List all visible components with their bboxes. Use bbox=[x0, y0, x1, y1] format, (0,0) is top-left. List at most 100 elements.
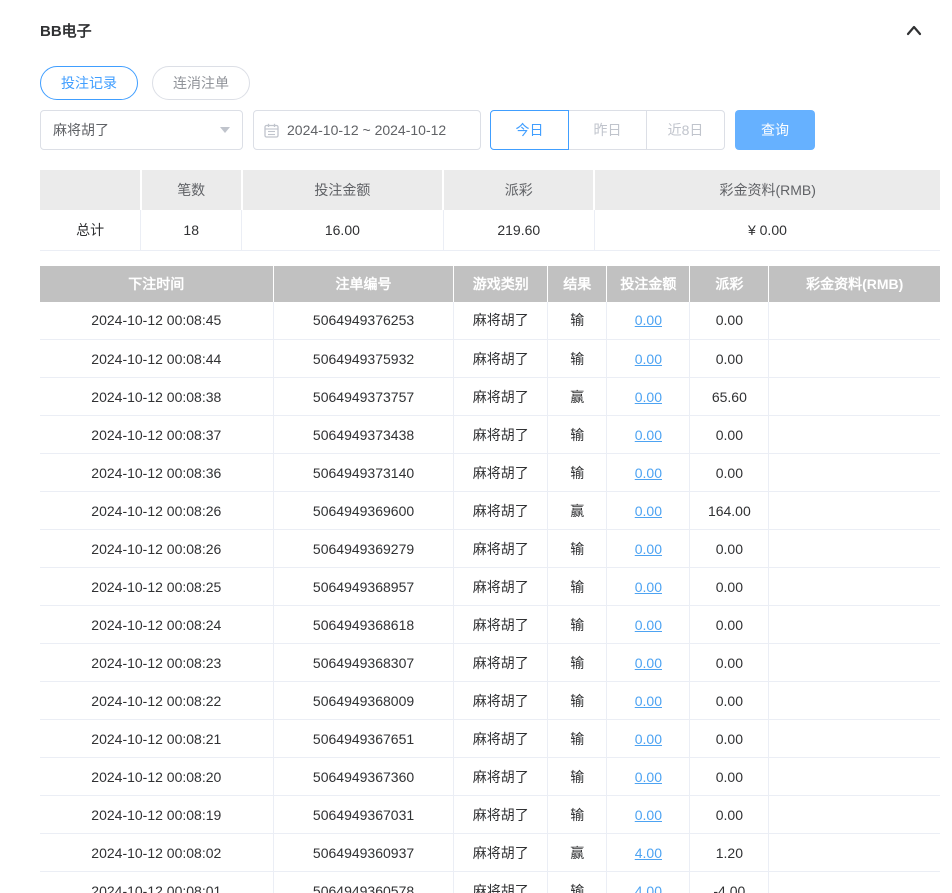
cell-game-type: 麻将胡了 bbox=[453, 567, 549, 606]
page-title: BB电子 bbox=[40, 22, 92, 40]
cell-bonus bbox=[768, 339, 940, 378]
cell-order-number: 5064949367360 bbox=[272, 757, 455, 796]
cell-result: 输 bbox=[547, 453, 608, 492]
table-row: 2024-10-12 00:08:23 5064949368307 麻将胡了 输… bbox=[40, 643, 940, 682]
cell-bet-amount: 0.00 bbox=[606, 643, 691, 682]
table-row: 2024-10-12 00:08:44 5064949375932 麻将胡了 输… bbox=[40, 339, 940, 378]
today-button[interactable]: 今日 bbox=[490, 110, 569, 150]
cell-bet-time: 2024-10-12 00:08:25 bbox=[40, 567, 274, 606]
cell-game-type: 麻将胡了 bbox=[453, 833, 549, 872]
panel-header: BB电子 bbox=[40, 18, 940, 42]
cell-game-type: 麻将胡了 bbox=[453, 795, 549, 834]
cell-order-number: 5064949376253 bbox=[272, 301, 455, 340]
table-row: 2024-10-12 00:08:21 5064949367651 麻将胡了 输… bbox=[40, 719, 940, 758]
cell-bonus bbox=[768, 415, 940, 454]
tab-bet-records[interactable]: 投注记录 bbox=[40, 66, 138, 100]
bet-amount-link[interactable]: 0.00 bbox=[635, 351, 662, 367]
calendar-icon bbox=[264, 123, 279, 138]
cell-payout: 0.00 bbox=[689, 605, 770, 644]
cell-bet-time: 2024-10-12 00:08:38 bbox=[40, 377, 274, 416]
bet-amount-link[interactable]: 0.00 bbox=[635, 312, 662, 328]
cell-payout: -4.00 bbox=[689, 871, 770, 893]
cell-order-number: 5064949368618 bbox=[272, 605, 455, 644]
cell-bonus bbox=[768, 377, 940, 416]
cell-bet-time: 2024-10-12 00:08:36 bbox=[40, 453, 274, 492]
cell-bet-amount: 0.00 bbox=[606, 719, 691, 758]
cell-order-number: 5064949375932 bbox=[272, 339, 455, 378]
cell-order-number: 5064949367651 bbox=[272, 719, 455, 758]
col-bet-amount: 投注金额 bbox=[606, 265, 691, 302]
summary-total-label: 总计 bbox=[40, 210, 142, 251]
cell-order-number: 5064949369600 bbox=[272, 491, 455, 530]
cell-order-number: 5064949368957 bbox=[272, 567, 455, 606]
bet-amount-link[interactable]: 0.00 bbox=[635, 465, 662, 481]
bet-amount-link[interactable]: 0.00 bbox=[635, 655, 662, 671]
game-select-value: 麻将胡了 bbox=[53, 122, 109, 138]
summary-table: 笔数 投注金额 派彩 彩金资料(RMB) 总计 18 16.00 219.60 … bbox=[40, 170, 940, 251]
last-8-days-button[interactable]: 近8日 bbox=[646, 110, 725, 150]
cell-bonus bbox=[768, 795, 940, 834]
collapse-button[interactable] bbox=[902, 20, 926, 40]
bet-amount-link[interactable]: 0.00 bbox=[635, 427, 662, 443]
cell-result: 输 bbox=[547, 605, 608, 644]
table-row: 2024-10-12 00:08:22 5064949368009 麻将胡了 输… bbox=[40, 681, 940, 720]
cell-result: 输 bbox=[547, 757, 608, 796]
table-row: 2024-10-12 00:08:20 5064949367360 麻将胡了 输… bbox=[40, 757, 940, 796]
bet-amount-link[interactable]: 4.00 bbox=[635, 883, 662, 893]
table-row: 2024-10-12 00:08:01 5064949360578 麻将胡了 输… bbox=[40, 871, 940, 893]
bet-amount-link[interactable]: 0.00 bbox=[635, 389, 662, 405]
table-row: 2024-10-12 00:08:37 5064949373438 麻将胡了 输… bbox=[40, 415, 940, 454]
bet-amount-link[interactable]: 0.00 bbox=[635, 693, 662, 709]
bet-amount-link[interactable]: 0.00 bbox=[635, 617, 662, 633]
cell-result: 输 bbox=[547, 529, 608, 568]
cell-result: 赢 bbox=[547, 491, 608, 530]
bet-amount-link[interactable]: 0.00 bbox=[635, 541, 662, 557]
records-table: 下注时间 注单编号 游戏类别 结果 投注金额 派彩 彩金资料(RMB) 2024… bbox=[40, 265, 940, 893]
cell-game-type: 麻将胡了 bbox=[453, 339, 549, 378]
cell-bet-time: 2024-10-12 00:08:19 bbox=[40, 795, 274, 834]
cell-game-type: 麻将胡了 bbox=[453, 491, 549, 530]
tab-cancelled-orders[interactable]: 连消注单 bbox=[152, 66, 250, 100]
table-row: 2024-10-12 00:08:19 5064949367031 麻将胡了 输… bbox=[40, 795, 940, 834]
bet-amount-link[interactable]: 0.00 bbox=[635, 503, 662, 519]
cell-bet-time: 2024-10-12 00:08:21 bbox=[40, 719, 274, 758]
cell-bonus bbox=[768, 833, 940, 872]
cell-bonus bbox=[768, 871, 940, 893]
cell-result: 输 bbox=[547, 415, 608, 454]
cell-bonus bbox=[768, 301, 940, 340]
cell-result: 输 bbox=[547, 567, 608, 606]
bet-records-panel: BB电子 投注记录 连消注单 麻将胡了 2024-10-12 ~ 2024-10… bbox=[40, 0, 940, 893]
cell-bet-amount: 4.00 bbox=[606, 833, 691, 872]
bet-amount-link[interactable]: 0.00 bbox=[635, 807, 662, 823]
cell-game-type: 麻将胡了 bbox=[453, 719, 549, 758]
cell-order-number: 5064949360937 bbox=[272, 833, 455, 872]
cell-bet-amount: 0.00 bbox=[606, 529, 691, 568]
table-row: 2024-10-12 00:08:26 5064949369600 麻将胡了 赢… bbox=[40, 491, 940, 530]
cell-order-number: 5064949360578 bbox=[272, 871, 455, 893]
game-select[interactable]: 麻将胡了 bbox=[40, 110, 243, 150]
col-bet-time: 下注时间 bbox=[40, 265, 274, 302]
cell-game-type: 麻将胡了 bbox=[453, 301, 549, 340]
bet-amount-link[interactable]: 0.00 bbox=[635, 579, 662, 595]
table-row: 2024-10-12 00:08:45 5064949376253 麻将胡了 输… bbox=[40, 301, 940, 340]
yesterday-button[interactable]: 昨日 bbox=[568, 110, 647, 150]
cell-result: 输 bbox=[547, 795, 608, 834]
cell-bet-amount: 0.00 bbox=[606, 757, 691, 796]
cell-payout: 0.00 bbox=[689, 795, 770, 834]
cell-bonus bbox=[768, 605, 940, 644]
cell-payout: 0.00 bbox=[689, 643, 770, 682]
chevron-up-icon bbox=[904, 25, 924, 41]
cell-bet-time: 2024-10-12 00:08:02 bbox=[40, 833, 274, 872]
bet-amount-link[interactable]: 0.00 bbox=[635, 731, 662, 747]
cell-payout: 0.00 bbox=[689, 719, 770, 758]
cell-game-type: 麻将胡了 bbox=[453, 605, 549, 644]
date-range-picker[interactable]: 2024-10-12 ~ 2024-10-12 bbox=[253, 110, 481, 150]
bet-amount-link[interactable]: 4.00 bbox=[635, 845, 662, 861]
cell-payout: 0.00 bbox=[689, 301, 770, 340]
cell-payout: 0.00 bbox=[689, 567, 770, 606]
cell-bet-time: 2024-10-12 00:08:44 bbox=[40, 339, 274, 378]
query-button[interactable]: 查询 bbox=[735, 110, 815, 150]
cell-order-number: 5064949368009 bbox=[272, 681, 455, 720]
cell-result: 赢 bbox=[547, 833, 608, 872]
bet-amount-link[interactable]: 0.00 bbox=[635, 769, 662, 785]
